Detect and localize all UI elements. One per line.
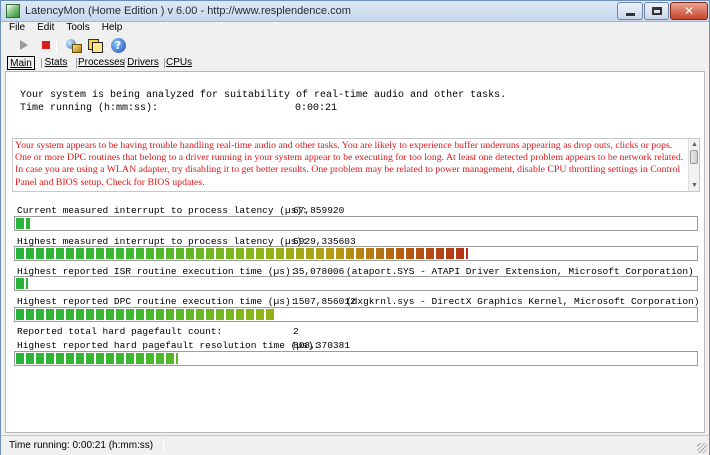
menu-help[interactable]: Help — [102, 22, 123, 35]
tab-stats[interactable]: Stats — [43, 56, 69, 70]
current-latency-meter-fill — [16, 218, 30, 229]
stop-icon — [42, 41, 50, 49]
isr-meter — [14, 276, 698, 291]
pagefault-time-value: 808,370381 — [293, 340, 351, 351]
conclusion-box[interactable]: Your system appears to be having trouble… — [12, 138, 700, 192]
maximize-icon — [651, 7, 662, 15]
window-title: LatencyMon (Home Edition ) v 6.00 - http… — [25, 5, 351, 17]
play-icon — [20, 40, 28, 50]
highest-latency-meter-fill — [16, 248, 468, 259]
current-latency-label: Current measured interrupt to process la… — [17, 205, 308, 216]
menu-edit[interactable]: Edit — [37, 22, 54, 35]
scroll-down-icon[interactable]: ▼ — [690, 181, 699, 190]
dpc-meter — [14, 307, 698, 322]
tab-stats-label: Stats — [44, 57, 68, 68]
tab-main[interactable]: Main — [7, 56, 35, 70]
tab-cpus-label: CPUs — [166, 57, 193, 68]
copy-icon — [87, 38, 103, 53]
tab-processes-label: Processes — [78, 57, 125, 68]
stop-button[interactable] — [37, 37, 55, 53]
tab-cpus[interactable]: CPUs — [166, 56, 193, 70]
time-running-value: 0:00:21 — [295, 103, 338, 114]
tab-drivers-label: Drivers — [127, 57, 159, 68]
current-latency-value: 67,859920 — [293, 205, 345, 216]
minimize-button[interactable] — [617, 2, 643, 20]
copy-button[interactable] — [85, 37, 103, 53]
tab-processes[interactable]: Processes — [78, 56, 125, 70]
reset-icon — [65, 38, 82, 53]
dpc-label: Highest reported DPC routine execution t… — [17, 296, 297, 307]
menu-bar: File Edit Tools Help — [1, 22, 709, 35]
tab-drivers[interactable]: Drivers — [126, 56, 160, 70]
pagefault-time-meter — [14, 351, 698, 366]
menu-file[interactable]: File — [9, 22, 25, 35]
status-separator — [163, 439, 164, 452]
status-bar: Time running: 0:00:21 (h:mm:ss) — [1, 435, 709, 455]
dpc-meter-fill — [16, 309, 274, 320]
app-icon — [6, 4, 20, 18]
tab-separator — [76, 58, 77, 68]
title-bar[interactable]: LatencyMon (Home Edition ) v 6.00 - http… — [1, 1, 709, 22]
conclusion-text: Your system appears to be having trouble… — [15, 140, 684, 188]
toolbar-separator — [56, 38, 57, 53]
reset-button[interactable] — [63, 37, 82, 53]
conclusion-scrollbar[interactable]: ▲ ▼ — [688, 139, 699, 191]
close-icon: ✕ — [683, 4, 695, 18]
summary-text: Your system is being analyzed for suitab… — [20, 90, 507, 101]
status-text: Time running: 0:00:21 (h:mm:ss) — [9, 440, 154, 451]
main-panel: Your system is being analyzed for suitab… — [5, 71, 705, 433]
play-button[interactable] — [15, 37, 33, 53]
toolbar: ? — [1, 35, 709, 55]
tab-bar: Main Stats Processes Drivers CPUs — [5, 55, 705, 71]
close-button[interactable]: ✕ — [670, 2, 708, 20]
scroll-up-icon[interactable]: ▲ — [690, 140, 699, 149]
dpc-driver: (dxgkrnl.sys - DirectX Graphics Kernel, … — [346, 296, 700, 307]
tab-separator — [124, 58, 125, 68]
menu-tools[interactable]: Tools — [66, 22, 89, 35]
maximize-button[interactable] — [644, 2, 669, 20]
pagefault-count-value: 2 — [293, 326, 299, 337]
resize-grip[interactable] — [697, 443, 707, 453]
time-running-label: Time running (h:mm:ss): — [20, 103, 159, 114]
tab-separator — [41, 58, 42, 68]
isr-meter-fill — [16, 278, 28, 289]
minimize-icon — [625, 12, 635, 16]
pagefault-time-label: Highest reported hard pagefault resoluti… — [17, 340, 320, 351]
scroll-thumb[interactable] — [690, 150, 698, 164]
pagefault-count-label: Reported total hard pagefault count: — [17, 326, 223, 337]
help-button[interactable]: ? — [109, 37, 127, 53]
highest-latency-meter — [14, 246, 698, 261]
tab-main-label: Main — [10, 58, 32, 69]
tab-separator — [164, 58, 165, 68]
current-latency-meter — [14, 216, 698, 231]
pagefault-time-meter-fill — [16, 353, 178, 364]
help-icon: ? — [110, 37, 126, 53]
app-window: LatencyMon (Home Edition ) v 6.00 - http… — [0, 0, 710, 455]
